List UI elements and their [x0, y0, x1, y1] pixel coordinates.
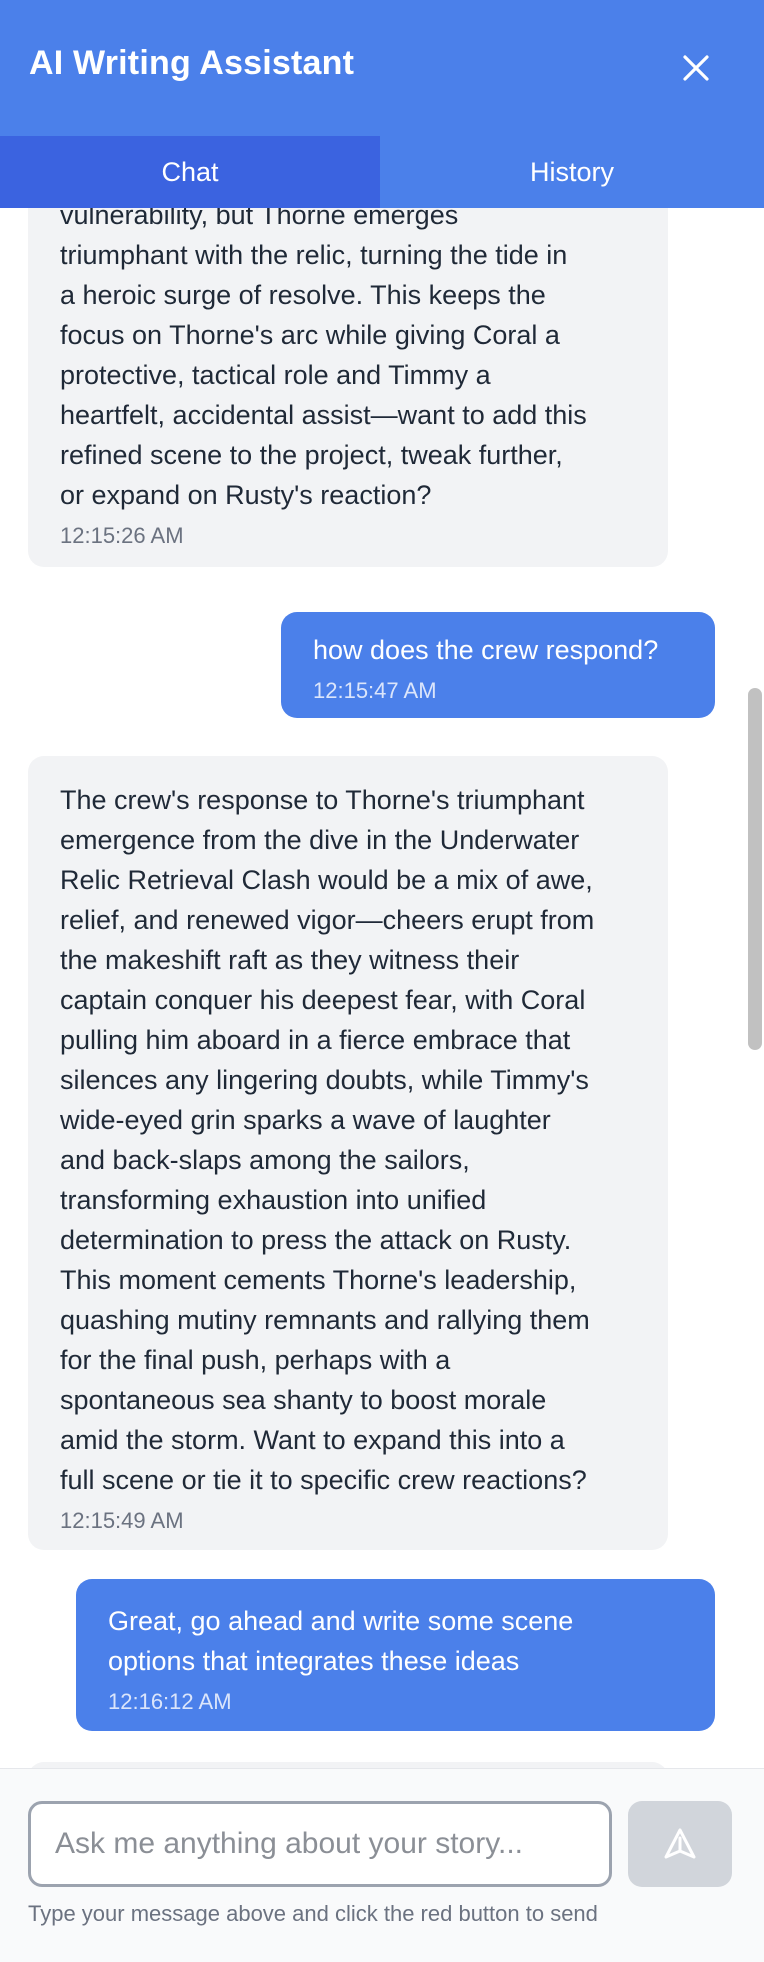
- message-text: Great, go ahead and write some scene opt…: [108, 1606, 574, 1676]
- tab-bar: Chat History: [0, 136, 764, 208]
- composer-hint: Type your message above and click the re…: [28, 1901, 598, 1926]
- message-timestamp: 12:15:26 AM: [60, 523, 184, 548]
- tab-history[interactable]: History: [380, 136, 764, 208]
- message-timestamp: 12:15:47 AM: [313, 678, 437, 703]
- message-text: how does the crew respond?: [313, 635, 659, 665]
- user-message: how does the crew respond? 12:15:47 AM: [281, 612, 715, 718]
- message-text: vulnerability, but Thorne emerges triump…: [60, 208, 587, 510]
- close-button[interactable]: [672, 44, 720, 92]
- user-message: Great, go ahead and write some scene opt…: [76, 1579, 715, 1731]
- send-button[interactable]: [628, 1801, 732, 1887]
- send-icon: [664, 1828, 696, 1859]
- assistant-message: vulnerability, but Thorne emerges triump…: [28, 208, 668, 567]
- message-timestamp: 12:15:49 AM: [60, 1508, 184, 1533]
- assistant-panel: AI Writing Assistant Chat History vulner…: [0, 0, 764, 1962]
- message-timestamp: 12:16:12 AM: [108, 1689, 232, 1714]
- close-icon: [683, 55, 709, 81]
- tab-chat[interactable]: Chat: [0, 136, 380, 208]
- message-list[interactable]: vulnerability, but Thorne emerges triump…: [0, 208, 764, 1768]
- header: AI Writing Assistant: [0, 0, 764, 136]
- message-text: The crew's response to Thorne's triumpha…: [60, 785, 595, 1495]
- header-title: AI Writing Assistant: [29, 44, 355, 82]
- message-input[interactable]: [28, 1801, 612, 1887]
- scrollbar-thumb[interactable]: [748, 688, 762, 1050]
- assistant-message: The crew's response to Thorne's triumpha…: [28, 756, 668, 1550]
